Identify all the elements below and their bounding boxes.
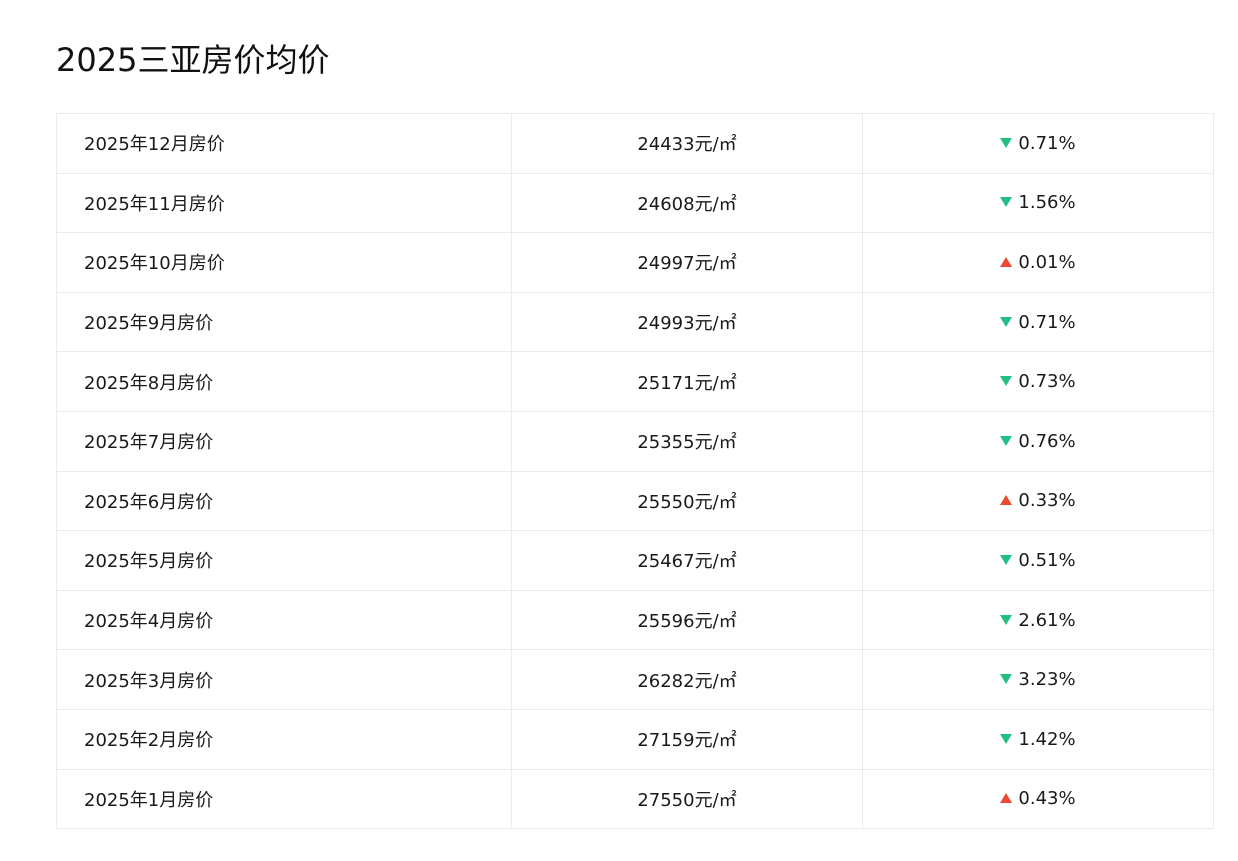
price-change: 3.23% xyxy=(862,649,1214,710)
triangle-up-icon xyxy=(1000,495,1013,506)
table-row: 2025年7月房价 25355元/㎡ 0.76% xyxy=(56,410,1214,472)
triangle-down-icon xyxy=(1000,733,1013,744)
change-percent: 0.76% xyxy=(1018,430,1076,452)
average-price: 25467元/㎡ xyxy=(511,530,863,591)
page-title: 2025三亚房价均价 xyxy=(56,41,330,79)
triangle-down-icon xyxy=(1000,674,1013,685)
average-price: 25171元/㎡ xyxy=(511,351,863,412)
triangle-up-icon xyxy=(1000,256,1013,267)
change-percent: 0.01% xyxy=(1018,251,1076,273)
change-percent: 0.73% xyxy=(1018,371,1076,393)
month-label: 2025年11月房价 xyxy=(56,172,512,234)
month-label: 2025年5月房价 xyxy=(56,530,512,591)
table-row: 2025年6月房价 25550元/㎡ 0.33% xyxy=(56,470,1214,532)
table-row: 2025年8月房价 25171元/㎡ 0.73% xyxy=(56,351,1214,412)
triangle-down-icon xyxy=(1000,137,1013,148)
month-label: 2025年8月房价 xyxy=(56,351,512,412)
average-price: 25550元/㎡ xyxy=(511,470,863,532)
triangle-down-icon xyxy=(1000,435,1013,446)
price-change: 0.71% xyxy=(862,291,1214,353)
change-percent: 1.42% xyxy=(1018,728,1076,750)
triangle-up-icon xyxy=(1000,793,1013,804)
price-change: 2.61% xyxy=(862,589,1214,651)
average-price: 26282元/㎡ xyxy=(511,649,863,710)
change-percent: 0.33% xyxy=(1018,490,1076,512)
table-row: 2025年1月房价 27550元/㎡ 0.43% xyxy=(56,768,1214,830)
price-change: 0.73% xyxy=(862,351,1214,412)
month-label: 2025年12月房价 xyxy=(56,113,512,174)
average-price: 24433元/㎡ xyxy=(511,113,863,174)
average-price: 24997元/㎡ xyxy=(511,232,863,293)
month-label: 2025年1月房价 xyxy=(56,768,512,830)
price-change: 1.42% xyxy=(862,708,1214,770)
price-table: 2025年12月房价 24433元/㎡ 0.71% 2025年11月房价 246… xyxy=(56,113,1214,830)
average-price: 25596元/㎡ xyxy=(511,589,863,651)
price-table-body: 2025年12月房价 24433元/㎡ 0.71% 2025年11月房价 246… xyxy=(56,113,1214,830)
month-label: 2025年10月房价 xyxy=(56,232,512,293)
table-row: 2025年12月房价 24433元/㎡ 0.71% xyxy=(56,113,1214,174)
price-change: 1.56% xyxy=(862,172,1214,234)
price-change: 0.51% xyxy=(862,530,1214,591)
change-percent: 0.71% xyxy=(1018,311,1076,333)
table-row: 2025年4月房价 25596元/㎡ 2.61% xyxy=(56,589,1214,651)
month-label: 2025年2月房价 xyxy=(56,708,512,770)
month-label: 2025年3月房价 xyxy=(56,649,512,710)
price-change: 0.43% xyxy=(862,768,1214,830)
table-row: 2025年5月房价 25467元/㎡ 0.51% xyxy=(56,530,1214,591)
average-price: 27550元/㎡ xyxy=(511,768,863,830)
change-percent: 2.61% xyxy=(1018,609,1076,631)
average-price: 27159元/㎡ xyxy=(511,708,863,770)
average-price: 24608元/㎡ xyxy=(511,172,863,234)
price-change: 0.71% xyxy=(862,113,1214,174)
price-change: 0.33% xyxy=(862,470,1214,532)
table-row: 2025年10月房价 24997元/㎡ 0.01% xyxy=(56,232,1214,293)
triangle-down-icon xyxy=(1000,554,1013,565)
triangle-down-icon xyxy=(1000,614,1013,625)
month-label: 2025年6月房价 xyxy=(56,470,512,532)
price-change: 0.01% xyxy=(862,232,1214,293)
average-price: 24993元/㎡ xyxy=(511,291,863,353)
triangle-down-icon xyxy=(1000,316,1013,327)
table-row: 2025年2月房价 27159元/㎡ 1.42% xyxy=(56,708,1214,770)
table-row: 2025年3月房价 26282元/㎡ 3.23% xyxy=(56,649,1214,710)
change-percent: 0.51% xyxy=(1018,549,1076,571)
month-label: 2025年7月房价 xyxy=(56,410,512,472)
average-price: 25355元/㎡ xyxy=(511,410,863,472)
table-row: 2025年9月房价 24993元/㎡ 0.71% xyxy=(56,291,1214,353)
month-label: 2025年9月房价 xyxy=(56,291,512,353)
month-label: 2025年4月房价 xyxy=(56,589,512,651)
change-percent: 0.43% xyxy=(1018,788,1076,810)
price-change: 0.76% xyxy=(862,410,1214,472)
triangle-down-icon xyxy=(1000,197,1013,208)
table-row: 2025年11月房价 24608元/㎡ 1.56% xyxy=(56,172,1214,234)
change-percent: 0.71% xyxy=(1018,132,1076,154)
change-percent: 3.23% xyxy=(1018,669,1076,691)
triangle-down-icon xyxy=(1000,376,1013,387)
change-percent: 1.56% xyxy=(1018,192,1076,214)
